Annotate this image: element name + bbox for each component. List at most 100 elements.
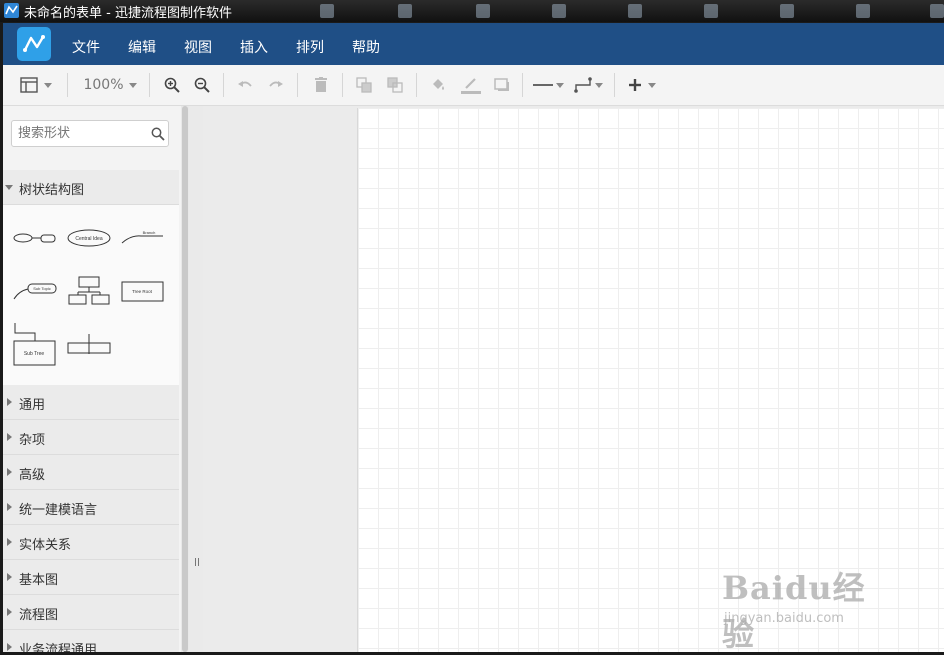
section-basic[interactable]: 基本图 [3,560,179,595]
toolbar: 100% [3,65,944,106]
shape-label: Branch [143,230,156,235]
taskbar-blur-icon [552,4,566,18]
chevron-right-icon [7,468,12,476]
fill-color-button[interactable] [427,73,449,97]
line-color-button[interactable] [458,73,484,97]
tree-shape-horizontal[interactable] [67,334,111,354]
chevron-right-icon [7,643,12,651]
sidebar-splitter[interactable] [189,106,203,652]
section-label: 业务流程通用 [19,643,98,652]
watermark: Baidu经验 jingyan.baidu.com [722,555,897,653]
section-label: 流程图 [19,608,59,623]
chevron-right-icon [7,608,12,616]
zoom-out-button[interactable] [191,73,213,97]
taskbar-blur-icon [930,4,944,18]
redo-icon [269,81,283,87]
section-flowchart[interactable]: 流程图 [3,595,179,630]
shape-label: Sub Topic [33,286,51,291]
waypoint-icon [573,77,592,93]
undo-button[interactable] [234,73,256,97]
format-panel-button[interactable] [17,73,55,97]
waypoint-button[interactable] [571,73,605,97]
sidebar-scrollbar[interactable] [181,106,189,652]
taskbar-blur-icon [398,4,412,18]
tree-shape-org[interactable] [68,276,110,305]
window-titlebar: 未命名的表单 - 迅捷流程图制作软件 [0,0,944,22]
section-advanced[interactable]: 高级 [3,455,179,490]
shape-label: Tree Root [132,289,153,294]
tree-shape-central-idea[interactable]: Central Idea [67,229,111,247]
tree-shape-bubble[interactable] [13,233,56,243]
shape-label: Sub Tree [24,351,45,357]
taskbar-blur-icon [628,4,642,18]
zoom-select[interactable]: 100% [79,73,141,97]
menu-arrange[interactable]: 排列 [296,37,324,57]
search-icon[interactable] [151,126,165,145]
section-misc[interactable]: 杂项 [3,420,179,455]
chevron-right-icon [7,433,12,441]
taskbar-blur-icon [320,4,334,18]
taskbar-blur-icon [780,4,794,18]
taskbar-blur-icon [704,4,718,18]
section-uml[interactable]: 统一建模语言 [3,490,179,525]
menu-edit[interactable]: 编辑 [128,37,156,57]
redo-button[interactable] [265,73,287,97]
watermark-url: jingyan.baidu.com [724,611,844,626]
app-logo-icon [17,27,51,61]
taskbar-blur-icon [856,4,870,18]
search-shapes-input[interactable] [11,120,169,147]
section-label: 统一建模语言 [19,503,98,518]
section-label: 通用 [19,398,46,413]
window-title: 未命名的表单 - 迅捷流程图制作软件 [24,6,232,21]
menu-view[interactable]: 视图 [184,37,212,57]
fill-color-icon [433,79,444,90]
section-tree-diagram[interactable]: 树状结构图 [3,170,179,205]
section-label: 树状结构图 [19,183,85,198]
insert-button[interactable] [625,73,659,97]
menubar: 文件 编辑 视图 插入 排列 帮助 [3,23,944,65]
to-front-icon [356,77,372,93]
splitter-grip-icon[interactable] [195,558,199,566]
tree-shape-tree-root[interactable]: Tree Root [121,281,164,302]
watermark-brand: Baidu经验 [722,569,866,653]
tree-shape-sub-topic[interactable]: Sub Topic [13,283,57,300]
taskbar-blur-icon [476,4,490,18]
line-style-button[interactable] [531,73,565,97]
to-front-button[interactable] [353,73,375,97]
shape-sidebar: 树状结构图 Central Idea Branch [3,106,181,652]
menu-insert[interactable]: 插入 [240,37,268,57]
delete-icon [315,77,327,92]
tree-shape-sub-tree[interactable]: Sub Tree [13,323,56,366]
zoom-value: 100% [83,77,124,93]
menu-file[interactable]: 文件 [72,37,100,57]
section-entity-relation[interactable]: 实体关系 [3,525,179,560]
undo-icon [238,81,252,87]
section-label: 高级 [19,468,46,483]
section-bpmn-general[interactable]: 业务流程通用 [3,630,179,652]
to-back-icon [387,77,403,93]
tree-shape-branch[interactable]: Branch [121,230,163,244]
chevron-right-icon [7,398,12,406]
section-label: 杂项 [19,433,46,448]
line-style-icon [532,84,553,86]
chevron-right-icon [7,503,12,511]
chevron-right-icon [7,538,12,546]
menu-help[interactable]: 帮助 [352,37,380,57]
section-label: 基本图 [19,573,59,588]
section-label: 实体关系 [19,538,72,553]
insert-plus-icon [629,79,641,91]
delete-button[interactable] [310,73,332,97]
chevron-right-icon [7,573,12,581]
tree-shapes-panel: Central Idea Branch Sub Topic Tree Root … [3,205,179,385]
shadow-icon [494,78,509,91]
shadow-button[interactable] [491,73,513,97]
zoom-in-button[interactable] [161,73,183,97]
to-back-button[interactable] [384,73,406,97]
section-general[interactable]: 通用 [3,385,179,420]
format-panel-icon [20,77,38,93]
scrollbar-thumb[interactable] [182,106,188,652]
zoom-out-icon [194,77,210,93]
shape-label: Central Idea [75,236,102,242]
zoom-in-icon [164,77,180,93]
app-icon [4,3,19,18]
